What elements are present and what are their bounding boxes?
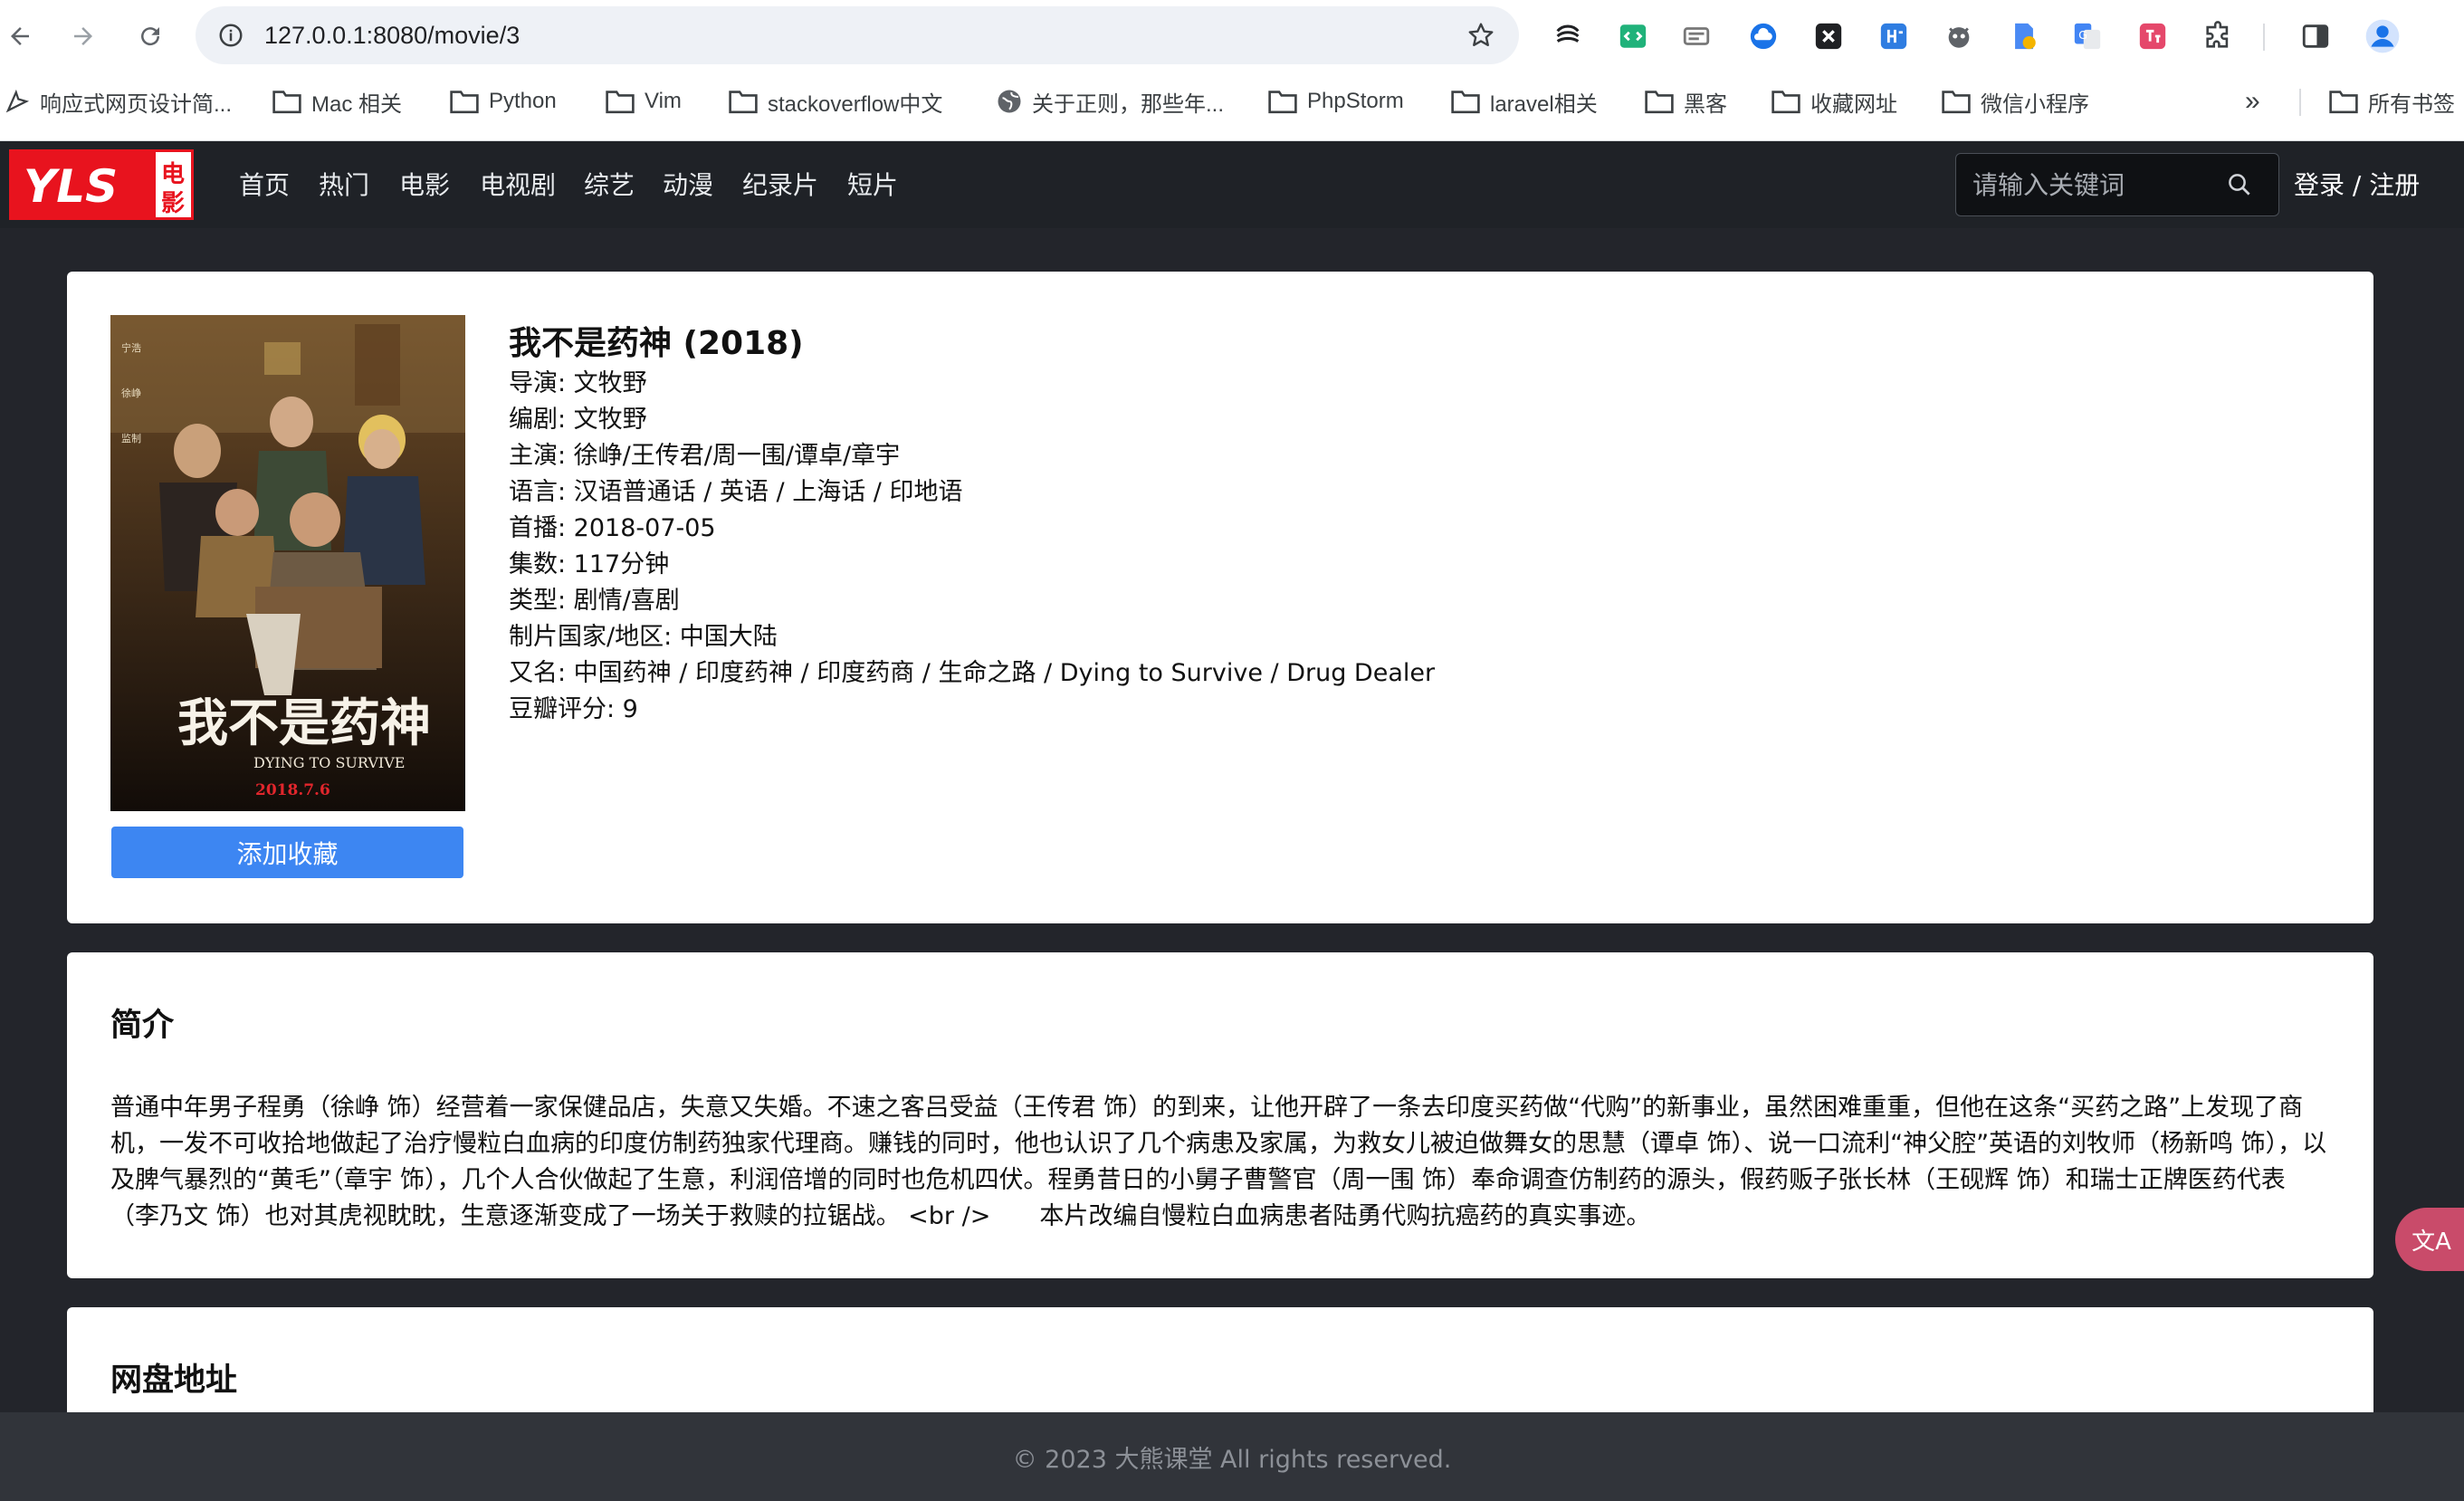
bookmark-folder[interactable]: stackoverflow中文: [728, 83, 942, 120]
reload-button[interactable]: [130, 16, 170, 56]
netdisk-heading: 网盘地址: [110, 1362, 238, 1399]
movie-poster: 宁浩 徐峥 监制 我不是药神 DYING TO SURVIVE 2018.7.6: [110, 315, 465, 811]
nav-tv[interactable]: 电视剧: [480, 163, 556, 205]
translate-float-button[interactable]: 文A: [2395, 1208, 2464, 1271]
site-logo[interactable]: YLS 电 影: [9, 149, 194, 220]
movie-writer: 编剧: 文牧野: [509, 406, 647, 434]
bookmark-item[interactable]: 响应式网页设计简...: [4, 83, 232, 120]
extension-doc-icon[interactable]: [2004, 16, 2044, 56]
bookmark-folder[interactable]: Vim: [605, 83, 682, 120]
translate-icon: 文A: [2411, 1228, 2451, 1256]
search-icon[interactable]: [2226, 171, 2253, 198]
bookmark-folder[interactable]: laravel相关: [1450, 83, 1598, 120]
nav-short[interactable]: 短片: [847, 163, 898, 205]
extension-code-icon[interactable]: [1613, 16, 1653, 56]
svg-text:电: 电: [161, 161, 185, 188]
svg-text:监制: 监制: [121, 433, 141, 445]
nav-variety[interactable]: 综艺: [584, 163, 635, 205]
site-info-icon[interactable]: [217, 22, 244, 49]
svg-text:影: 影: [161, 190, 185, 217]
bookmarks-divider: [2299, 89, 2301, 116]
movie-director: 导演: 文牧野: [509, 369, 647, 397]
folder-icon: [2329, 91, 2358, 114]
extension-translate-box-icon[interactable]: [1874, 16, 1914, 56]
profile-avatar-icon[interactable]: [2363, 16, 2402, 56]
extension-google-translate-icon[interactable]: G: [2068, 16, 2107, 56]
folder-icon: [1772, 91, 1800, 114]
folder-icon: [606, 91, 635, 114]
address-bar[interactable]: 127.0.0.1:8080/movie/3: [196, 6, 1519, 64]
bookmark-item[interactable]: 关于正则，那些年...: [996, 83, 1224, 120]
folder-icon: [1942, 91, 1971, 114]
folder-icon: [450, 91, 479, 114]
arrow-right-icon: [74, 27, 92, 45]
bookmark-folder[interactable]: Mac 相关: [272, 83, 402, 120]
globe-icon: [998, 90, 1021, 113]
folder-icon: [1451, 91, 1480, 114]
url-text[interactable]: 127.0.0.1:8080/movie/3: [264, 22, 520, 50]
movie-release-date: 首播: 2018-07-05: [509, 514, 716, 542]
extension-cloud-icon[interactable]: [1743, 16, 1783, 56]
folder-icon: [1268, 91, 1297, 114]
site-favicon-icon: [5, 89, 30, 113]
side-panel-icon[interactable]: [2296, 16, 2335, 56]
more-bookmarks-button[interactable]: »: [2245, 83, 2260, 120]
arrow-left-icon: [11, 27, 29, 45]
synopsis-heading: 简介: [110, 1008, 175, 1044]
movie-aka: 又名: 中国药神 / 印度药神 / 印度药商 / 生命之路 / Dying to…: [509, 659, 1436, 687]
poster-subtitle: DYING TO SURVIVE: [253, 754, 405, 771]
movie-duration: 集数: 117分钟: [509, 550, 670, 578]
movie-genre: 类型: 剧情/喜剧: [509, 587, 680, 615]
logo-text: YLS: [24, 160, 118, 213]
svg-text:宁浩: 宁浩: [121, 341, 141, 354]
svg-text:G: G: [2078, 29, 2087, 43]
movie-country: 制片国家/地区: 中国大陆: [509, 623, 778, 651]
forward-button[interactable]: [63, 16, 103, 56]
extension-x-icon[interactable]: [1809, 16, 1848, 56]
reload-icon: [141, 27, 160, 46]
folder-icon: [729, 91, 758, 114]
bookmark-folder[interactable]: Python: [449, 83, 557, 120]
toolbar-divider: [2263, 24, 2265, 51]
synopsis-text: 普通中年男子程勇（徐峥 饰）经营着一家保健品店，失意又失婚。不速之客吕受益（王传…: [110, 1094, 2327, 1230]
movie-language: 语言: 汉语普通话 / 英语 / 上海话 / 印地语: [509, 478, 963, 506]
nav-documentary[interactable]: 纪录片: [742, 163, 818, 205]
folder-icon: [1645, 91, 1674, 114]
back-button[interactable]: [0, 16, 40, 56]
add-favorite-button[interactable]: 添加收藏: [111, 827, 463, 878]
poster-title: 我不是药神: [177, 693, 431, 753]
bookmark-folder[interactable]: PhpStorm: [1267, 83, 1404, 120]
movie-cast: 主演: 徐峥/王传君/周一围/谭卓/章宇: [509, 442, 901, 470]
svg-text:徐峥: 徐峥: [121, 387, 141, 399]
nav-movie[interactable]: 电影: [399, 163, 450, 205]
login-register-link[interactable]: 登录 / 注册: [2294, 163, 2420, 205]
bookmark-folder[interactable]: 收藏网址: [1771, 83, 1897, 120]
site-footer: © 2023 大熊课堂 All rights reserved.: [0, 1412, 2464, 1501]
copyright-text: © 2023 大熊课堂 All rights reserved.: [1012, 1445, 1452, 1474]
extensions-puzzle-icon[interactable]: [2198, 16, 2238, 56]
all-bookmarks-folder[interactable]: 所有书签: [2328, 83, 2455, 120]
extension-swirl-icon[interactable]: [1548, 16, 1588, 56]
folder-icon: [272, 91, 301, 114]
bookmark-star-icon[interactable]: [1466, 21, 1495, 50]
movie-title: 我不是药神 (2018): [509, 325, 804, 362]
extension-puzzle-ghost-icon[interactable]: [1676, 16, 1716, 56]
poster-date: 2018.7.6: [255, 781, 330, 799]
search-box: [1955, 153, 2279, 216]
extension-red-translate-icon[interactable]: [2133, 16, 2173, 56]
extension-mascot-icon[interactable]: [1939, 16, 1979, 56]
movie-rating: 豆瓣评分: 9: [509, 695, 638, 723]
nav-anime[interactable]: 动漫: [663, 163, 713, 205]
nav-hot[interactable]: 热门: [319, 163, 369, 205]
bookmark-folder[interactable]: 黑客: [1644, 83, 1727, 120]
nav-home[interactable]: 首页: [239, 163, 290, 205]
bookmark-folder[interactable]: 微信小程序: [1941, 83, 2089, 120]
search-input[interactable]: [1971, 168, 2219, 201]
